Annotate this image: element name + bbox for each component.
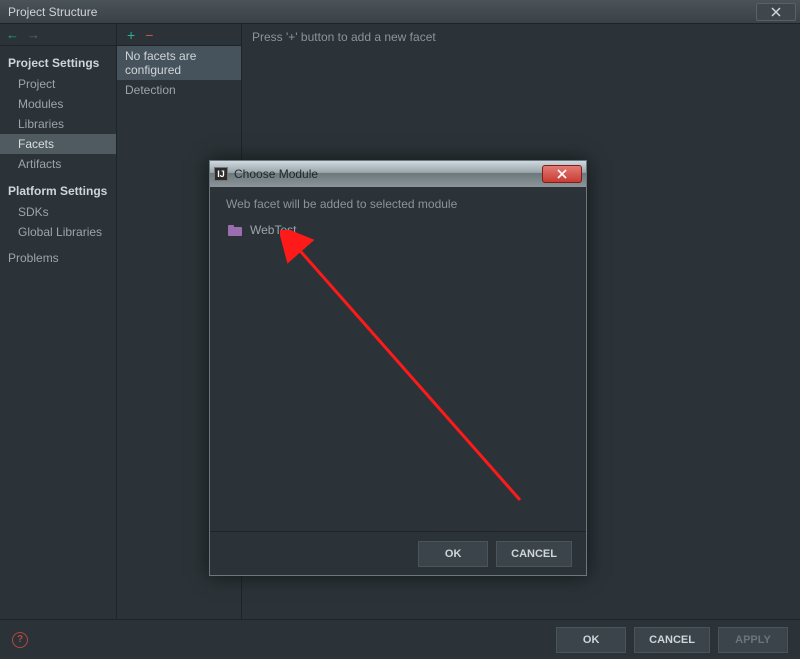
module-name: WebTest	[250, 223, 296, 237]
window-title: Project Structure	[4, 5, 97, 19]
nav-forward-icon[interactable]: →	[27, 28, 40, 41]
choose-module-dialog: IJ Choose Module Web facet will be added…	[209, 160, 587, 576]
module-row[interactable]: WebTest	[224, 221, 572, 239]
module-folder-icon	[228, 225, 242, 236]
dialog-footer: OK CANCEL	[210, 531, 586, 575]
nav-arrows: ← →	[0, 24, 116, 46]
nav-back-icon[interactable]: ←	[6, 28, 19, 41]
dialog-ok-button[interactable]: OK	[418, 541, 488, 567]
dialog-title-wrap: IJ Choose Module	[214, 167, 318, 181]
facet-row-empty[interactable]: No facets are configured	[117, 46, 241, 80]
main-button-row: OK CANCEL APPLY	[556, 627, 788, 653]
dialog-titlebar: IJ Choose Module	[210, 161, 586, 187]
dialog-hint: Web facet will be added to selected modu…	[224, 197, 572, 211]
sidebar-section-misc: Problems	[0, 242, 116, 268]
sidebar-item-global-libraries[interactable]: Global Libraries	[0, 222, 116, 242]
dialog-cancel-button[interactable]: CANCEL	[496, 541, 572, 567]
sidebar-item-project[interactable]: Project	[0, 74, 116, 94]
sidebar-item-modules[interactable]: Modules	[0, 94, 116, 114]
dialog-close-button[interactable]	[542, 165, 582, 183]
app-icon: IJ	[214, 167, 228, 181]
close-icon	[557, 169, 567, 179]
sidebar-item-libraries[interactable]: Libraries	[0, 114, 116, 134]
facets-hint: Press '+' button to add a new facet	[252, 30, 436, 44]
remove-facet-icon[interactable]: −	[145, 28, 153, 42]
add-facet-icon[interactable]: +	[127, 28, 135, 42]
dialog-title: Choose Module	[234, 167, 318, 181]
window-close-button[interactable]	[756, 3, 796, 21]
sidebar-header-project-settings: Project Settings	[0, 52, 116, 74]
main-titlebar: Project Structure	[0, 0, 800, 24]
sidebar-item-facets[interactable]: Facets	[0, 134, 116, 154]
sidebar-item-problems[interactable]: Problems	[0, 248, 116, 268]
close-icon	[771, 7, 781, 17]
sidebar-section-platform-settings: Platform Settings SDKs Global Libraries	[0, 174, 116, 242]
sidebar-item-artifacts[interactable]: Artifacts	[0, 154, 116, 174]
main-cancel-button[interactable]: CANCEL	[634, 627, 710, 653]
sidebar-item-sdks[interactable]: SDKs	[0, 202, 116, 222]
dialog-body: Web facet will be added to selected modu…	[210, 187, 586, 531]
sidebar: ← → Project Settings Project Modules Lib…	[0, 24, 117, 619]
sidebar-header-platform-settings: Platform Settings	[0, 180, 116, 202]
main-apply-button[interactable]: APPLY	[718, 627, 788, 653]
help-icon[interactable]: ?	[12, 632, 28, 648]
sidebar-section-project-settings: Project Settings Project Modules Librari…	[0, 46, 116, 174]
main-ok-button[interactable]: OK	[556, 627, 626, 653]
main-footer: ? OK CANCEL APPLY	[0, 619, 800, 659]
facets-toolbar: + −	[117, 24, 241, 46]
facet-row-detection[interactable]: Detection	[117, 80, 241, 100]
